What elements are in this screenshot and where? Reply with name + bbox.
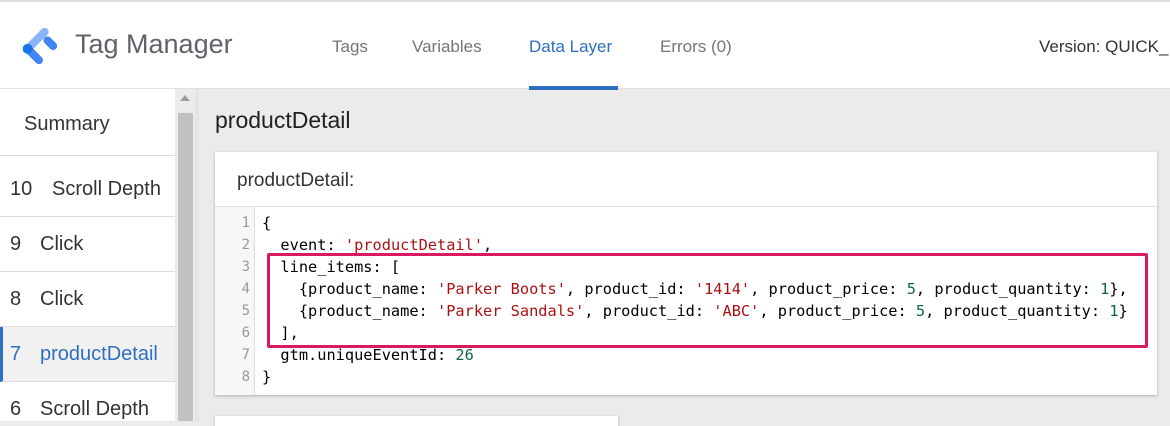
header: Tag Manager Tags Variables Data Layer Er… [0,0,1170,90]
sidebar-item-label: Click [40,233,84,255]
sidebar-item-label: Scroll Depth [40,398,149,420]
active-tab-indicator [529,86,618,90]
code-line-1: { [262,214,271,232]
line-items-highlight-box [267,253,1148,348]
sidebar-item-number: 9 [10,233,22,255]
code-token: { [262,214,272,232]
sidebar-item-scroll-depth-6[interactable]: 6 Scroll Depth [0,382,175,421]
sidebar-item-scroll-depth-10[interactable]: 10 Scroll Depth [0,162,175,217]
code-token: , [483,236,493,254]
card-title: productDetail: [237,170,355,191]
sidebar-item-number: 6 [10,398,22,420]
code-token: event: [262,236,345,254]
scroll-up-arrow-icon[interactable] [180,95,190,101]
sidebar-item-product-detail-7[interactable]: 7 productDetail [0,327,175,382]
tab-variables[interactable]: Variables [412,37,482,57]
panel-divider [195,89,199,421]
code-line-7: gtm.uniqueEventId: 26 [262,346,474,364]
tab-data-layer[interactable]: Data Layer [529,37,612,57]
event-sidebar: Summary 10 Scroll Depth 9 Click 8 Click … [0,89,175,421]
next-card [215,416,618,426]
app-title: Tag Manager [75,29,233,59]
code-token: gtm.uniqueEventId: [262,346,456,364]
sidebar-item-label: Click [40,288,84,310]
sidebar-item-summary[interactable]: Summary [0,89,175,156]
sidebar-item-number: 8 [10,288,22,310]
tab-tags[interactable]: Tags [332,37,368,57]
scrollbar-thumb[interactable] [178,113,193,421]
sidebar-item-label: Scroll Depth [52,178,161,200]
code-string: 'productDetail' [344,236,484,254]
version-label[interactable]: Version: QUICK_ [1039,37,1168,57]
line-number: 2 [241,237,250,253]
line-number-gutter: 1 2 3 4 5 6 7 8 [215,207,255,395]
sidebar-scrollbar[interactable] [176,89,195,421]
line-number: 1 [241,215,250,231]
code-line-2: event: 'productDetail', [262,236,492,254]
tab-errors[interactable]: Errors (0) [660,37,732,57]
code-number: 26 [455,346,474,364]
sidebar-summary-label: Summary [24,113,110,135]
line-number: 6 [241,325,250,341]
sidebar-item-number: 7 [10,343,22,365]
sidebar-item-label: productDetail [40,343,158,365]
sidebar-item-click-9[interactable]: 9 Click [0,217,175,272]
line-number: 5 [241,303,250,319]
line-number: 7 [241,347,250,363]
sidebar-item-click-8[interactable]: 8 Click [0,272,175,327]
line-number: 4 [241,281,250,297]
page-title: productDetail [215,107,351,133]
code-token: } [262,368,272,386]
line-number: 3 [241,259,250,275]
tag-manager-logo-icon [22,27,58,65]
code-line-8: } [262,368,271,386]
line-number: 8 [241,369,250,385]
sidebar-item-number: 10 [10,178,33,200]
